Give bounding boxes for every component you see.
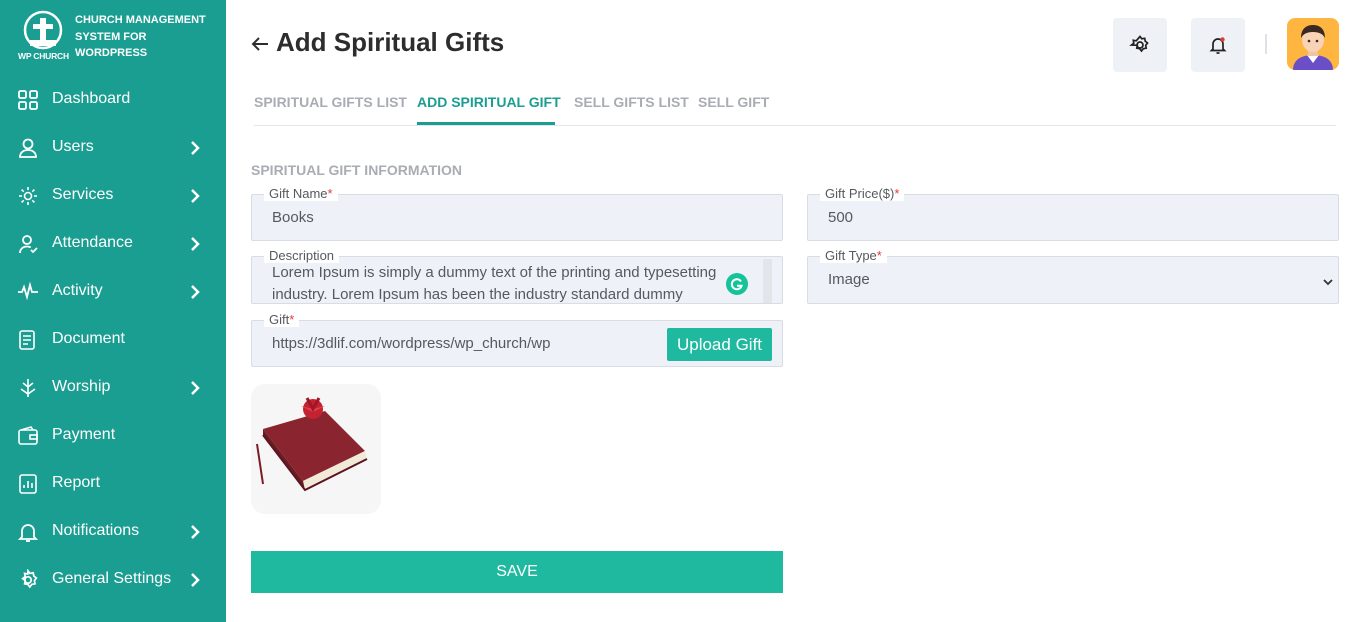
- user-avatar[interactable]: [1287, 18, 1339, 70]
- chevron-right-icon: [188, 572, 202, 588]
- description-label: Description: [264, 248, 340, 263]
- sidebar: WP CHURCH CHURCH MANAGEMENT SYSTEM FOR W…: [0, 0, 226, 622]
- sidebar-nav: Dashboard Users Services Attendance Acti…: [0, 76, 226, 604]
- description-line: Lorem Ipsum is simply a dummy text of th…: [272, 264, 717, 281]
- gift-name-label: Gift Name*: [264, 186, 338, 201]
- upload-gift-button[interactable]: Upload Gift: [667, 328, 772, 361]
- tab-sell-gifts-list[interactable]: SELL GIFTS LIST: [574, 94, 689, 110]
- dashboard-grid-icon: [17, 89, 39, 111]
- church-logo-icon: WP CHURCH: [16, 10, 72, 62]
- gift-type-value: Image: [828, 271, 870, 288]
- document-icon: [17, 329, 39, 351]
- sidebar-item-label: Activity: [52, 282, 103, 299]
- tab-spiritual-gifts-list[interactable]: SPIRITUAL GIFTS LIST: [254, 94, 407, 110]
- sidebar-item-label: Dashboard: [52, 90, 131, 107]
- description-field[interactable]: Description Lorem Ipsum is simply a dumm…: [251, 248, 783, 304]
- brand-logo-text: WP CHURCH: [18, 51, 69, 61]
- chevron-right-icon: [188, 524, 202, 540]
- tab-add-spiritual-gift[interactable]: ADD SPIRITUAL GIFT: [417, 94, 561, 110]
- section-title: SPIRITUAL GIFT INFORMATION: [251, 162, 463, 178]
- chevron-right-icon: [188, 188, 202, 204]
- tab-bar: SPIRITUAL GIFTS LIST ADD SPIRITUAL GIFT …: [254, 84, 1336, 126]
- chevron-down-icon: [1322, 275, 1334, 287]
- report-icon: [17, 473, 39, 495]
- sidebar-item-report[interactable]: Report: [0, 460, 226, 508]
- gift-image-preview: [251, 384, 381, 514]
- sidebar-item-label: General Settings: [52, 570, 172, 587]
- attendance-user-icon: [17, 233, 39, 255]
- activity-pulse-icon: [17, 281, 39, 303]
- gift-url-input[interactable]: https://3dlif.com/wordpress/wp_church/wp: [272, 335, 550, 352]
- sidebar-item-document[interactable]: Document: [0, 316, 226, 364]
- tab-sell-gift[interactable]: SELL GIFT: [698, 94, 769, 110]
- payment-wallet-icon: [17, 425, 39, 447]
- sidebar-item-label: Notifications: [52, 522, 140, 539]
- grammarly-icon[interactable]: [726, 273, 748, 295]
- save-button[interactable]: SAVE: [251, 551, 783, 593]
- settings-button[interactable]: [1113, 18, 1167, 72]
- gift-label: Gift*: [264, 312, 300, 327]
- notifications-button[interactable]: [1191, 18, 1245, 72]
- gear-icon: [1129, 35, 1149, 53]
- brand: WP CHURCH CHURCH MANAGEMENT SYSTEM FOR W…: [16, 10, 216, 66]
- brand-name: CHURCH MANAGEMENT SYSTEM FOR WORDPRESS: [75, 14, 206, 59]
- sidebar-item-services[interactable]: Services: [0, 172, 226, 220]
- sidebar-item-payment[interactable]: Payment: [0, 412, 226, 460]
- chevron-right-icon: [188, 236, 202, 252]
- chevron-right-icon: [188, 380, 202, 396]
- gift-file-field[interactable]: Gift* https://3dlif.com/wordpress/wp_chu…: [251, 312, 783, 367]
- gear-icon: [17, 568, 39, 591]
- sidebar-item-label: Attendance: [52, 234, 133, 251]
- active-tab-indicator: [417, 122, 555, 125]
- gift-price-input[interactable]: 500: [828, 209, 853, 226]
- sidebar-item-label: Users: [52, 138, 94, 155]
- services-gear-icon: [17, 185, 39, 207]
- app-root: WP CHURCH CHURCH MANAGEMENT SYSTEM FOR W…: [0, 0, 1363, 622]
- sidebar-item-label: Report: [52, 474, 101, 491]
- back-arrow-icon[interactable]: [250, 34, 270, 54]
- gift-name-input[interactable]: Books: [272, 209, 314, 226]
- sidebar-item-worship[interactable]: Worship: [0, 364, 226, 412]
- bell-icon: [17, 521, 39, 543]
- header-divider: [1265, 34, 1267, 54]
- description-textarea[interactable]: Lorem Ipsum is simply a dummy text of th…: [272, 262, 752, 302]
- description-line: industry. Lorem Ipsum has been the indus…: [272, 286, 683, 302]
- chevron-right-icon: [188, 284, 202, 300]
- sidebar-item-label: Document: [52, 330, 125, 347]
- sidebar-item-users[interactable]: Users: [0, 124, 226, 172]
- gift-price-label: Gift Price($)*: [820, 186, 905, 201]
- gift-type-label: Gift Type*: [820, 248, 887, 263]
- chevron-right-icon: [188, 140, 202, 156]
- sidebar-item-label: Payment: [52, 426, 116, 443]
- sidebar-item-dashboard[interactable]: Dashboard: [0, 76, 226, 124]
- sidebar-item-label: Services: [52, 186, 114, 203]
- description-scrollbar[interactable]: [763, 259, 772, 303]
- sidebar-item-notifications[interactable]: Notifications: [0, 508, 226, 556]
- page-title: Add Spiritual Gifts: [276, 27, 505, 57]
- sidebar-item-activity[interactable]: Activity: [0, 268, 226, 316]
- sidebar-item-general-settings[interactable]: General Settings: [0, 556, 226, 604]
- sidebar-item-label: Worship: [52, 378, 111, 395]
- gift-type-select[interactable]: Gift Type* Image: [807, 248, 1339, 304]
- bell-icon: [1209, 37, 1227, 54]
- gift-name-field[interactable]: Gift Name* Books: [251, 186, 783, 241]
- sidebar-item-attendance[interactable]: Attendance: [0, 220, 226, 268]
- user-icon: [17, 137, 39, 159]
- gift-price-field[interactable]: Gift Price($)* 500: [807, 186, 1339, 241]
- worship-icon: [17, 377, 39, 399]
